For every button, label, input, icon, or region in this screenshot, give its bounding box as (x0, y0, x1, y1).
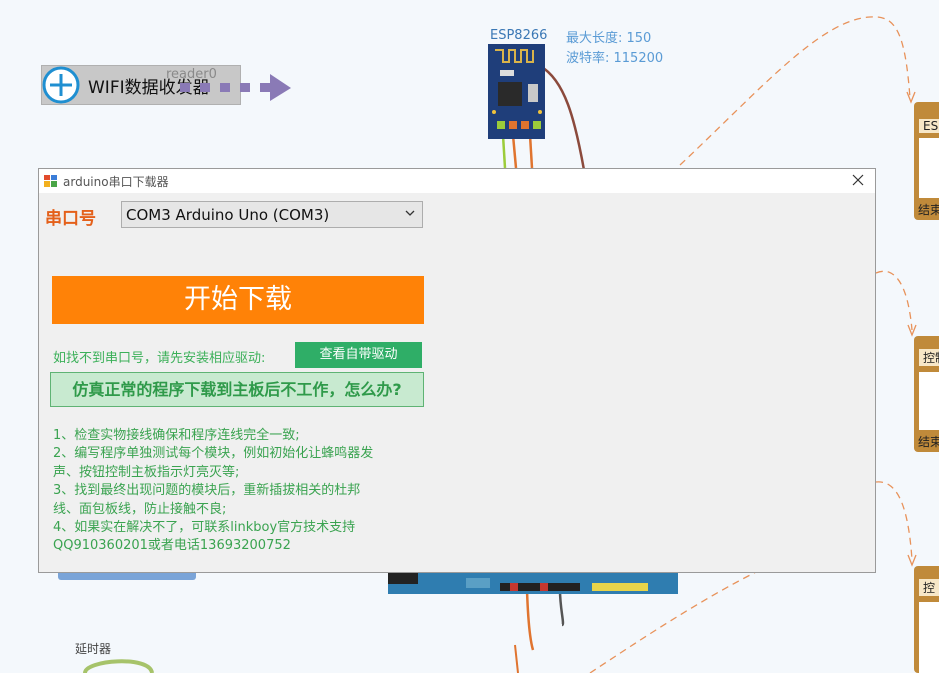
step-line: 4、如果实在解决不了，可联系linkboy官方技术支持 (53, 520, 356, 536)
step-line: 声、按钮控制主板指示灯亮灭等; (53, 464, 240, 480)
side-card-esp[interactable]: ESP 结束 (914, 102, 939, 220)
add-circle-icon[interactable] (41, 65, 81, 105)
step-line: 2、编写程序单独测试每个模块，例如初始化让蜂鸣器发 (53, 446, 374, 462)
step-line: 1、检查实物接线确保和程序连线完全一致; (53, 428, 300, 443)
step-line: QQ910360201或者电话13693200752 (53, 538, 291, 554)
troubleshoot-steps: 1、检查实物接线确保和程序连线完全一致; 2、编写程序单独测试每个模块，例如初始… (53, 427, 403, 556)
app-icon (44, 175, 57, 187)
side-card-tag: 控 (918, 578, 939, 597)
side-card-tag: 控制 (918, 348, 939, 367)
serial-downloader-dialog: arduino串口下载器 串口号 COM3 Arduino Uno (COM3)… (38, 168, 876, 573)
start-download-button[interactable]: 开始下载 (52, 276, 424, 324)
esp-max-length: 最大长度: 150 (566, 31, 652, 46)
step-line: 3、找到最终出现问题的模块后，重新插拔相关的杜邦 (53, 483, 361, 499)
esp-module-name: ESP8266 (490, 28, 548, 43)
troubleshoot-button[interactable]: 仿真正常的程序下载到主板后不工作，怎么办? (50, 372, 424, 407)
esp-baud-rate: 波特率: 115200 (566, 51, 664, 66)
port-select-value: COM3 Arduino Uno (COM3) (126, 206, 330, 224)
side-card-control[interactable]: 控制 结束 (914, 336, 939, 452)
side-card-end: 结束 (918, 203, 939, 217)
dialog-titlebar[interactable]: arduino串口下载器 (39, 169, 875, 193)
view-driver-button[interactable]: 查看自带驱动 (295, 342, 422, 368)
side-card-control-2[interactable]: 控 (914, 566, 939, 673)
close-icon (852, 174, 864, 186)
dotted-arrow-icon (180, 74, 291, 101)
chevron-down-icon (405, 210, 415, 216)
delay-block-label: 延时器 (75, 642, 112, 656)
step-line: 线、面包板线，防止接触不良; (53, 501, 227, 517)
driver-hint: 如找不到串口号，请先安装相应驱动: (53, 351, 266, 366)
side-card-end: 结束 (918, 435, 939, 449)
port-label: 串口号 (45, 209, 96, 229)
dialog-title: arduino串口下载器 (63, 175, 169, 189)
close-button[interactable] (847, 171, 869, 191)
port-select[interactable]: COM3 Arduino Uno (COM3) (121, 201, 423, 228)
side-card-tag: ESP (918, 118, 939, 134)
